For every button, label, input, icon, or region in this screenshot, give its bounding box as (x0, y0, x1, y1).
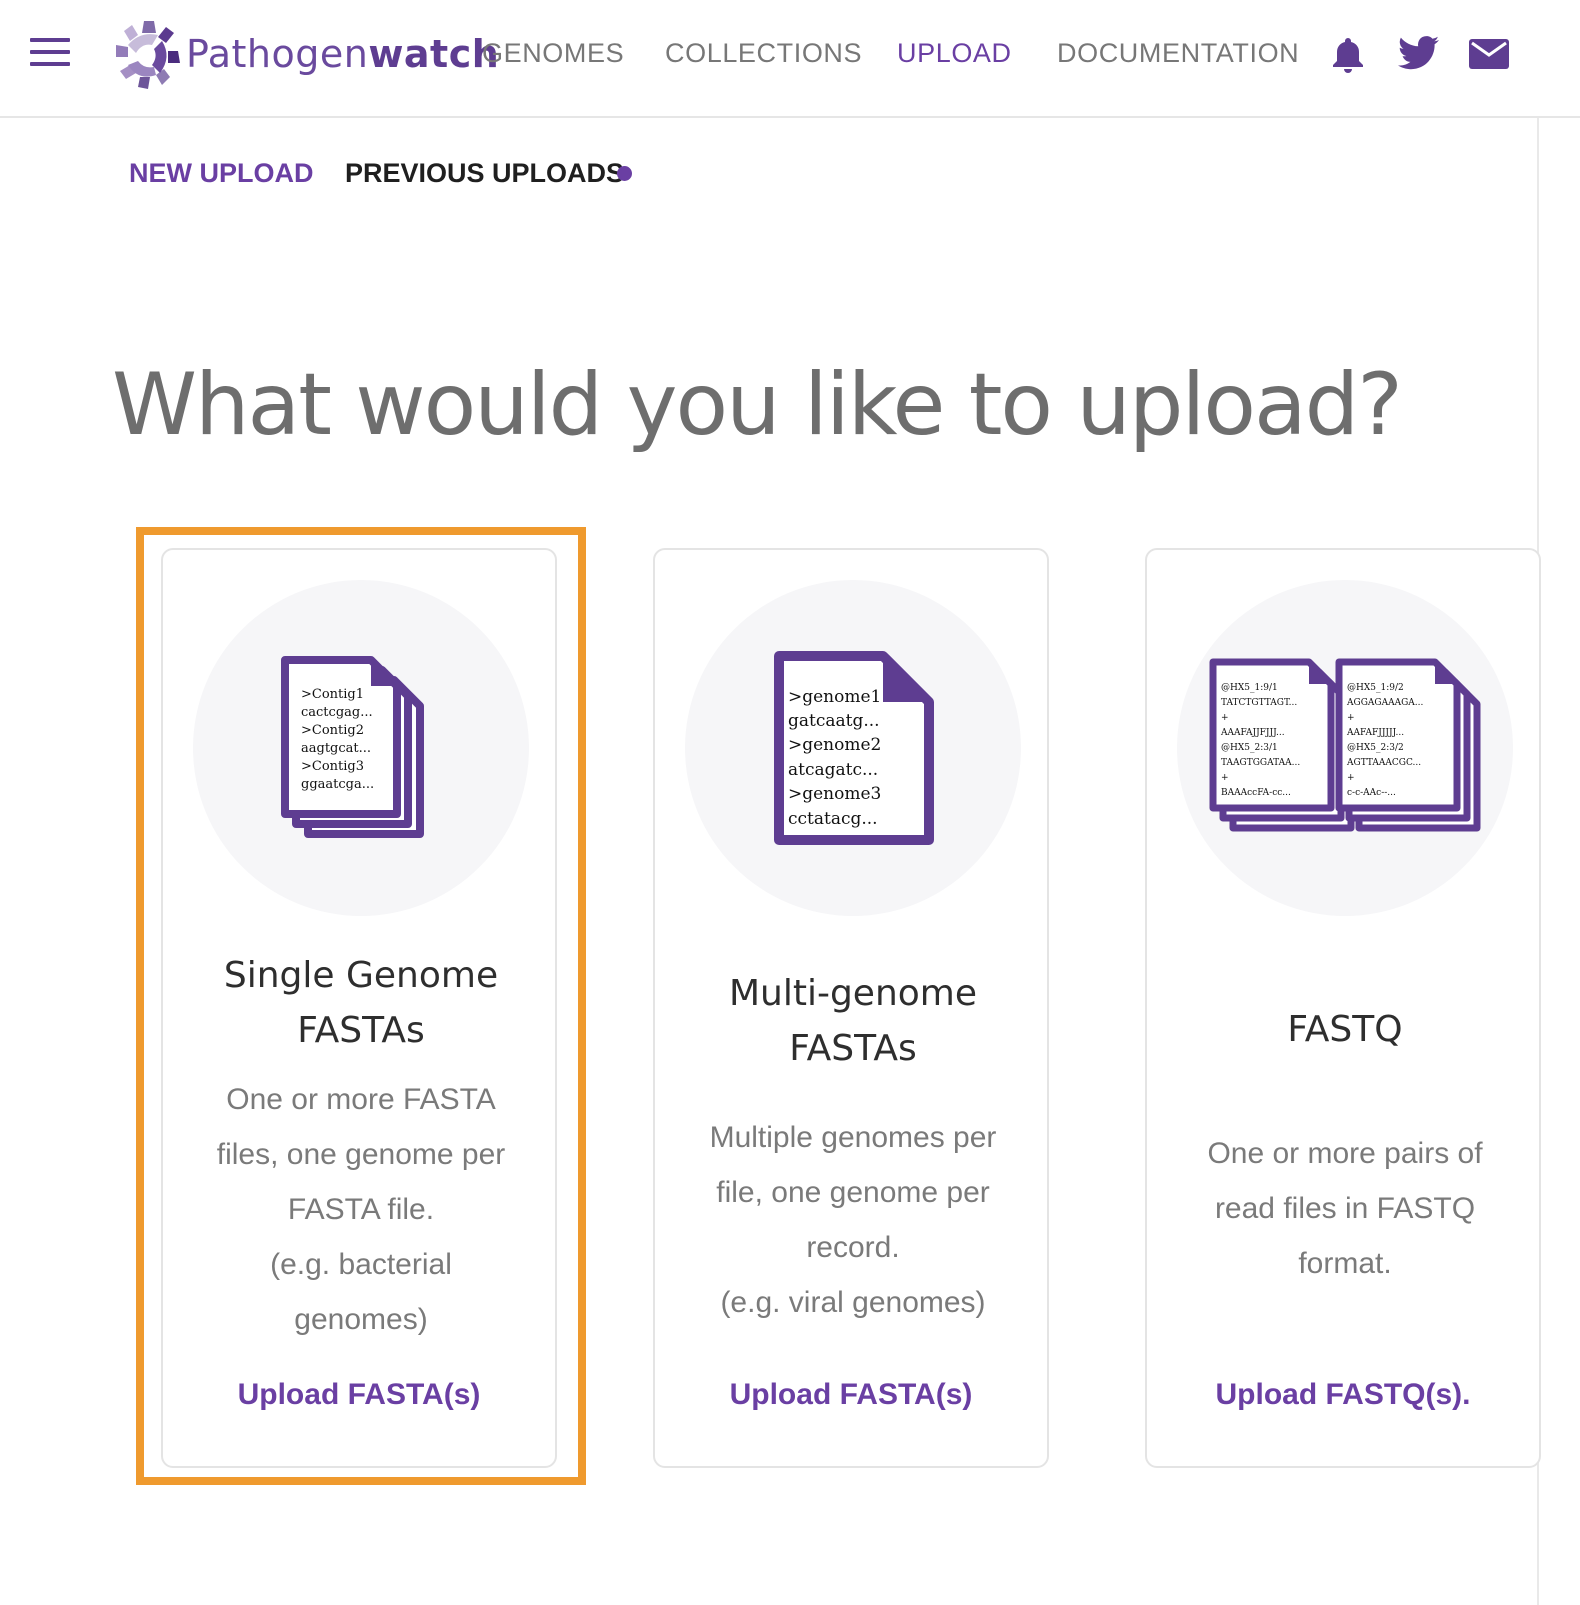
doc-line: gatcaatg... (788, 711, 880, 731)
doc-line: @HX5_2:3/1 (1221, 743, 1278, 753)
doc-line: cctatacg... (788, 809, 878, 829)
card-description: One or more pairs of read files in FASTQ… (1207, 1137, 1483, 1280)
doc-line: AGTTAAACGC... (1346, 758, 1421, 768)
tab-previous-uploads[interactable]: PREVIOUS UPLOADS (345, 158, 624, 189)
nav-documentation[interactable]: DOCUMENTATION (1057, 38, 1299, 69)
upload-fastq-link[interactable]: Upload FASTQ(s). (1147, 1378, 1539, 1412)
card-multi-genome-fasta[interactable]: >genome1 gatcaatg... >genome2 atcagatc..… (653, 548, 1049, 1468)
card-title: Multi-genome FASTAs (728, 973, 978, 1069)
single-fasta-file-icon: >genome1 gatcaatg... >genome2 atcagatc..… (774, 651, 934, 845)
doc-line: TAAGTGGATAA... (1221, 758, 1300, 768)
doc-line: @HX5_1:9/2 (1347, 683, 1404, 693)
nav-genomes[interactable]: GENOMES (482, 38, 624, 69)
doc-line: atcagatc... (788, 760, 878, 780)
notification-dot (617, 166, 632, 181)
doc-line: @HX5_2:3/2 (1347, 743, 1404, 753)
paired-fastq-files-icon: @HX5_1:9/1 TATCTGTTAGT... + AAAFAJJFJJJ.… (1209, 658, 1481, 832)
bell-icon[interactable] (1328, 34, 1368, 74)
doc-line: @HX5_1:9/1 (1221, 683, 1278, 693)
pathogenwatch-logo[interactable]: Pathogenwatch (112, 18, 499, 92)
doc-line: >genome1 (788, 687, 881, 707)
mail-icon[interactable] (1468, 34, 1510, 74)
doc-line: c-c-AAc--... (1347, 788, 1396, 798)
doc-line: AGGAGAAAGA... (1346, 698, 1423, 708)
top-app-bar: Pathogenwatch GENOMES COLLECTIONS UPLOAD… (0, 0, 1580, 118)
card-description: Multiple genomes per file, one genome pe… (709, 1121, 997, 1319)
upload-fasta-link[interactable]: Upload FASTA(s) (655, 1378, 1047, 1412)
doc-line: AAAFAJJFJJJ... (1220, 728, 1285, 738)
card-fastq[interactable]: @HX5_1:9/1 TATCTGTTAGT... + AAAFAJJFJJJ.… (1145, 548, 1541, 1468)
doc-line: >genome2 (788, 735, 881, 755)
doc-line: + (1347, 773, 1355, 783)
logo-text: Pathogenwatch (186, 32, 500, 76)
doc-line: >genome3 (788, 784, 881, 804)
menu-icon[interactable] (30, 38, 70, 68)
doc-line: AAFAFJJJJJ... (1346, 728, 1404, 738)
doc-line: + (1221, 713, 1229, 723)
tab-new-upload[interactable]: NEW UPLOAD (129, 158, 314, 189)
selection-highlight (136, 527, 586, 1485)
doc-line: + (1221, 773, 1229, 783)
nav-collections[interactable]: COLLECTIONS (665, 38, 862, 69)
logo-gear-icon (116, 21, 180, 89)
doc-line: + (1347, 713, 1355, 723)
page-title: What would you like to upload? (112, 355, 1403, 455)
twitter-icon[interactable] (1397, 34, 1441, 74)
doc-line: BAAAccFA-cc... (1221, 788, 1291, 798)
nav-upload[interactable]: UPLOAD (897, 38, 1012, 69)
doc-line: TATCTGTTAGT... (1221, 698, 1297, 708)
card-title: FASTQ (1287, 1009, 1403, 1050)
